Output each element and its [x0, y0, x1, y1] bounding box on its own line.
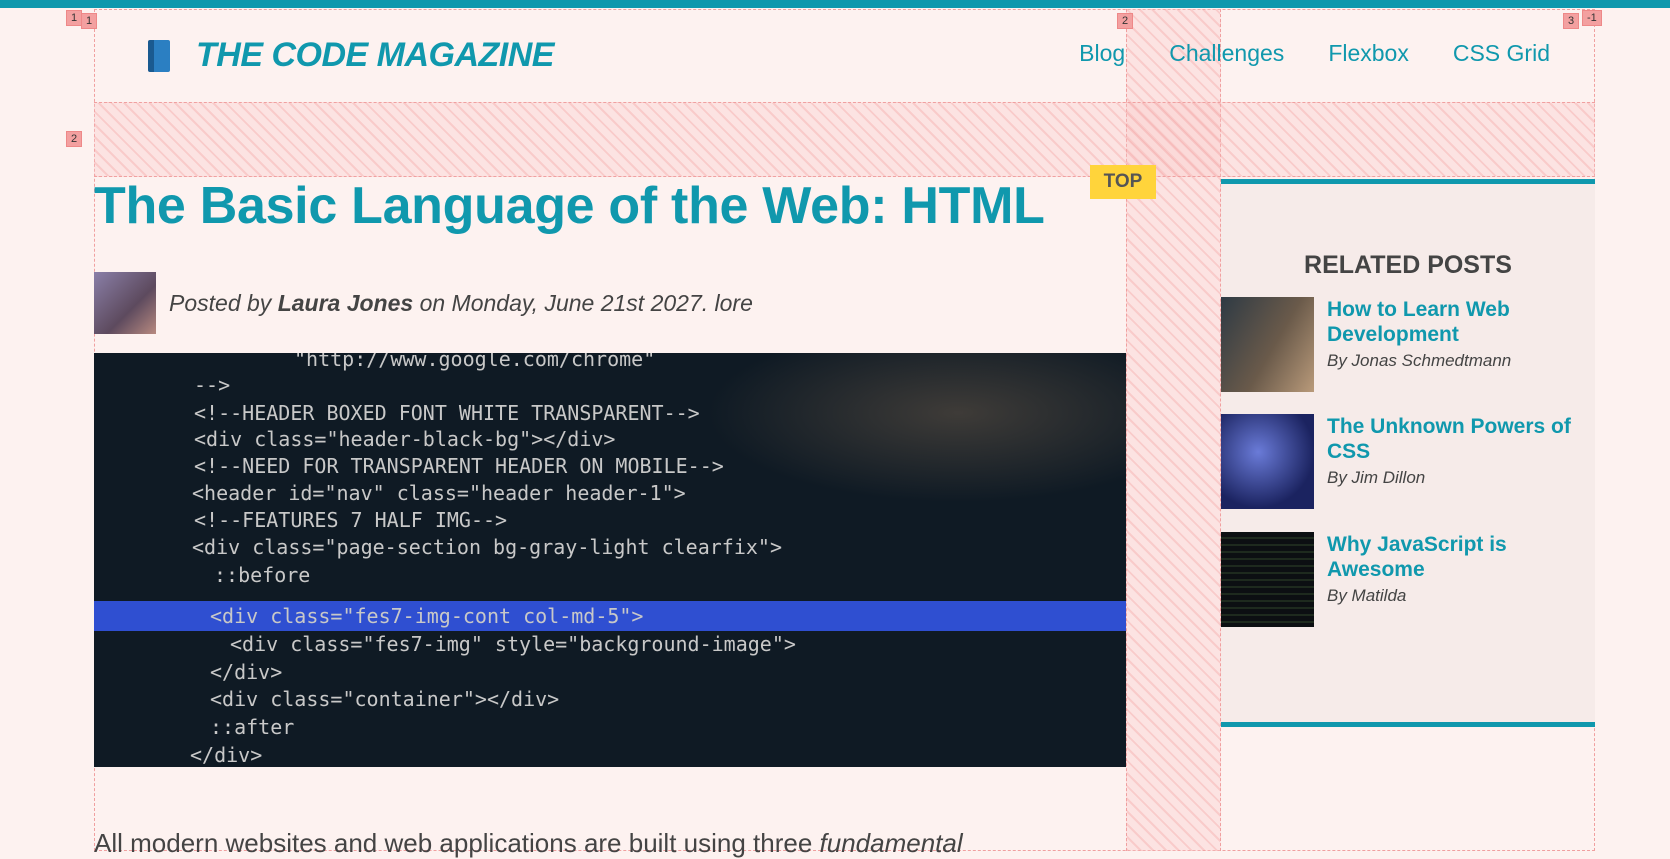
post-body: How to Learn Web Development By Jonas Sc… — [1327, 297, 1582, 392]
brand-logo[interactable]: THE CODE MAGAZINE — [148, 36, 554, 75]
related-posts-title: RELATED POSTS — [1304, 251, 1512, 279]
related-post[interactable]: Why JavaScript is Awesome By Matilda — [1221, 532, 1582, 627]
post-author: By Matilda — [1327, 586, 1407, 605]
post-title-link[interactable]: Why JavaScript is Awesome — [1327, 532, 1582, 582]
post-author: By Jim Dillon — [1327, 468, 1426, 487]
related-post[interactable]: How to Learn Web Development By Jonas Sc… — [1221, 297, 1582, 392]
code-line: ::before — [214, 563, 311, 587]
hero-code-image: "http://www.google.com/chrome" --> <!--H… — [94, 353, 1126, 767]
code-line: <div class="container"></div> — [210, 687, 560, 711]
intro-emphasis: fundamental — [819, 828, 963, 858]
grid-line-badge: -1 — [1582, 10, 1602, 26]
article-meta: Posted by Laura Jones on Monday, June 21… — [94, 272, 753, 334]
post-body: The Unknown Powers of CSS By Jim Dillon — [1327, 414, 1582, 509]
code-line: <div class="header-black-bg"></div> — [194, 427, 616, 451]
intro-text: All modern websites and web applications… — [94, 828, 820, 858]
author-avatar — [94, 272, 156, 334]
brand-name: THE CODE MAGAZINE — [196, 36, 554, 74]
grid-line-badge: 2 — [1117, 13, 1134, 29]
top-badge: TOP — [1090, 165, 1156, 199]
related-post[interactable]: The Unknown Powers of CSS By Jim Dillon — [1221, 414, 1582, 509]
meta-suffix: on Monday, June 21st 2027. lore — [413, 289, 753, 316]
post-thumbnail[interactable] — [1221, 532, 1314, 627]
code-line: <header id="nav" class="header header-1"… — [192, 481, 686, 505]
article-title: The Basic Language of the Web: HTML — [94, 177, 1045, 235]
nav-link-blog[interactable]: Blog — [1079, 40, 1125, 67]
code-line: <div class="fes7-img-cont col-md-5"> — [210, 604, 644, 628]
post-title-link[interactable]: The Unknown Powers of CSS — [1327, 414, 1582, 464]
main-nav: Blog Challenges Flexbox CSS Grid — [1079, 40, 1550, 67]
top-accent-bar — [0, 0, 1670, 8]
post-title-link[interactable]: How to Learn Web Development — [1327, 297, 1582, 347]
code-line: <div class="fes7-img" style="background-… — [230, 632, 796, 656]
code-line: <!--FEATURES 7 HALF IMG--> — [194, 508, 508, 532]
grid-row-gap — [94, 102, 1595, 177]
meta-author: Laura Jones — [277, 289, 414, 316]
nav-link-css-grid[interactable]: CSS Grid — [1453, 40, 1550, 67]
code-line: <!--NEED FOR TRANSPARENT HEADER ON MOBIL… — [194, 454, 724, 478]
blue-book-icon — [148, 39, 170, 72]
post-body: Why JavaScript is Awesome By Matilda — [1327, 532, 1582, 627]
related-posts-sidebar: RELATED POSTS How to Learn Web Developme… — [1221, 179, 1595, 727]
post-thumbnail[interactable] — [1221, 297, 1314, 392]
code-line: <!--HEADER BOXED FONT WHITE TRANSPARENT-… — [194, 401, 700, 425]
grid-line-badge: 2 — [66, 131, 83, 147]
article-intro: All modern websites and web applications… — [94, 828, 963, 859]
code-line: </div> — [190, 743, 263, 767]
code-line: </div> — [210, 660, 283, 684]
post-author: By Jonas Schmedtmann — [1327, 351, 1512, 370]
post-thumbnail[interactable] — [1221, 414, 1314, 509]
grid-line-badge: 1 — [81, 13, 98, 29]
code-line: --> — [194, 373, 231, 397]
nav-link-challenges[interactable]: Challenges — [1169, 40, 1284, 67]
nav-link-flexbox[interactable]: Flexbox — [1328, 40, 1409, 67]
hero-blur — [706, 353, 1126, 503]
code-line: ::after — [210, 715, 295, 739]
code-line: "http://www.google.com/chrome" — [294, 353, 656, 371]
grid-line-badge: 3 — [1563, 13, 1580, 29]
code-line: <div class="page-section bg-gray-light c… — [192, 535, 783, 559]
grid-line-badge: 1 — [66, 10, 83, 26]
meta-prefix: Posted by — [169, 289, 278, 316]
post-meta-text: Posted by Laura Jones on Monday, June 21… — [169, 290, 753, 317]
